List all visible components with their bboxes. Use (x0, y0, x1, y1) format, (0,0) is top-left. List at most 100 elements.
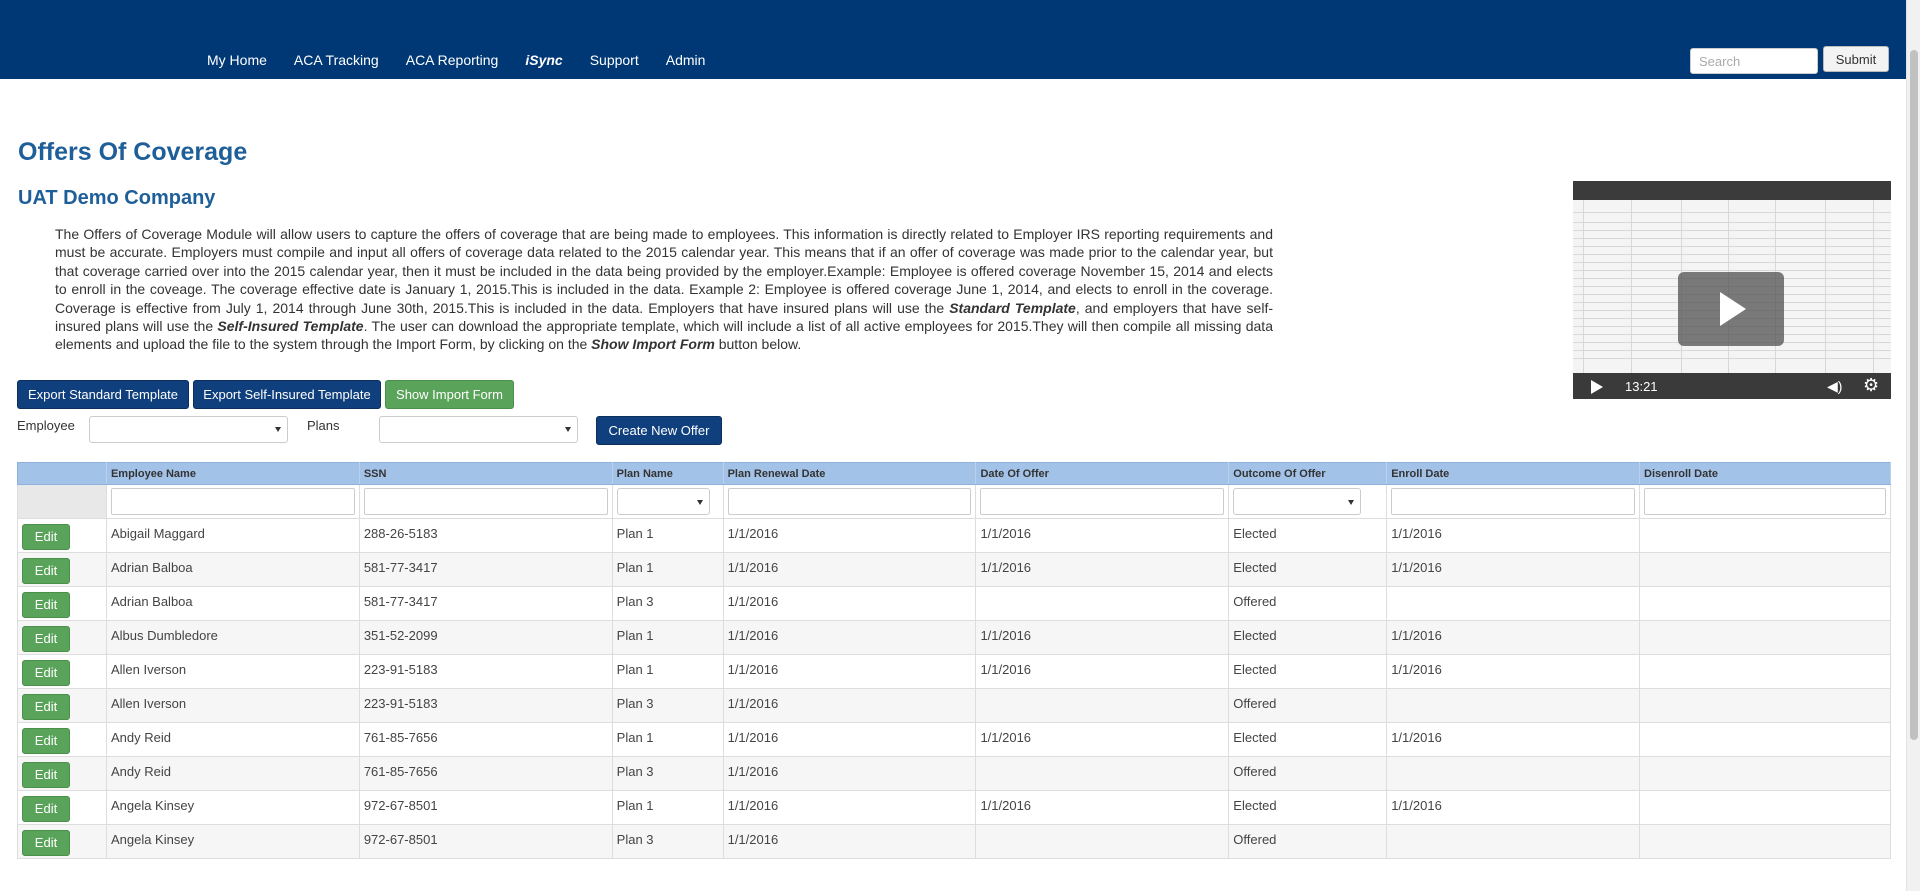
edit-button[interactable]: Edit (22, 830, 70, 856)
ssn-filter-input[interactable] (363, 488, 608, 515)
table-filter-row (17, 484, 1891, 519)
play-icon[interactable] (1591, 380, 1603, 394)
date-of-offer-cell (975, 688, 1230, 723)
enroll-date-cell: 1/1/2016 (1386, 552, 1641, 587)
nav-isync[interactable]: iSync (525, 52, 562, 68)
volume-icon[interactable]: ◀) (1827, 378, 1842, 395)
disenroll-date-cell (1639, 586, 1891, 621)
outcome-of-offer-cell: Elected (1228, 790, 1388, 825)
table-row: Edit Adrian Balboa 581-77-3417 Plan 1 1/1/20… (17, 552, 1891, 587)
plan-name-cell: Plan 1 (611, 654, 724, 689)
employee-filter-label: Employee (17, 418, 75, 433)
settings-gear-icon[interactable]: ⚙ (1863, 375, 1879, 396)
nav-aca-reporting[interactable]: ACA Reporting (406, 52, 499, 68)
table-row: Edit Adrian Balboa 581-77-3417 Plan 3 1/1/20… (17, 586, 1891, 621)
chevron-down-icon (565, 427, 571, 432)
outcome-of-offer-cell: Offered (1228, 586, 1388, 621)
enroll-date-filter-input[interactable] (1391, 488, 1636, 515)
date-of-offer-cell: 1/1/2016 (975, 722, 1230, 757)
ssn-cell: 223-91-5183 (358, 654, 613, 689)
ssn-cell: 972-67-8501 (358, 790, 613, 825)
outcome-of-offer-filter-select[interactable] (1233, 488, 1362, 515)
enroll-date-cell: 1/1/2016 (1386, 620, 1641, 655)
nav-support[interactable]: Support (590, 52, 639, 68)
search-input[interactable] (1690, 48, 1818, 74)
enroll-date-cell: 1/1/2016 (1386, 722, 1641, 757)
scrollbar-thumb[interactable] (1910, 50, 1918, 740)
column-header-outcome-of-offer[interactable]: Outcome Of Offer (1228, 462, 1388, 485)
edit-button[interactable]: Edit (22, 796, 70, 822)
date-of-offer-cell (975, 756, 1230, 791)
offers-table: Employee Name SSN Plan Name Plan Renewal… (17, 462, 1891, 859)
self-insured-template-emphasis: Self-Insured Template (217, 318, 364, 335)
table-row: Edit Albus Dumbledore 351-52-2099 Plan 1 1/1… (17, 620, 1891, 655)
edit-button[interactable]: Edit (22, 762, 70, 788)
filter-cell (358, 484, 613, 519)
tutorial-video[interactable]: 13:21 ◀) ⚙ (1573, 181, 1891, 399)
column-header-plan-name[interactable]: Plan Name (611, 462, 724, 485)
big-play-icon (1720, 292, 1746, 326)
filter-cell (1228, 484, 1388, 519)
table-row: Edit Allen Iverson 223-91-5183 Plan 1 1/1/20… (17, 654, 1891, 689)
plan-renewal-date-cell: 1/1/2016 (722, 518, 977, 553)
disenroll-date-cell (1639, 824, 1891, 859)
disenroll-date-cell (1639, 722, 1891, 757)
date-of-offer-cell: 1/1/2016 (975, 654, 1230, 689)
video-play-overlay[interactable] (1678, 272, 1784, 346)
video-duration: 13:21 (1625, 379, 1658, 394)
disenroll-date-cell (1639, 552, 1891, 587)
plan-name-cell: Plan 3 (611, 688, 724, 723)
employee-name-filter-input[interactable] (110, 488, 355, 515)
ssn-cell: 223-91-5183 (358, 688, 613, 723)
plan-name-filter-select[interactable] (616, 488, 711, 515)
table-row: Edit Abigail Maggard 288-26-5183 Plan 1 1/1/… (17, 518, 1891, 553)
table-row: Edit Allen Iverson 223-91-5183 Plan 3 1/1/20… (17, 688, 1891, 723)
plans-filter-label: Plans (307, 418, 340, 433)
plans-select[interactable] (379, 416, 578, 443)
date-of-offer-filter-input[interactable] (980, 488, 1225, 515)
edit-button[interactable]: Edit (22, 728, 70, 754)
table-header-row: Employee Name SSN Plan Name Plan Renewal… (17, 462, 1891, 485)
nav-my-home[interactable]: My Home (207, 52, 267, 68)
plan-name-cell: Plan 1 (611, 722, 724, 757)
date-of-offer-cell (975, 586, 1230, 621)
plan-renewal-date-filter-input[interactable] (727, 488, 972, 515)
search-submit-button[interactable]: Submit (1823, 46, 1889, 72)
ssn-cell: 761-85-7656 (358, 722, 613, 757)
plan-name-cell: Plan 3 (611, 756, 724, 791)
nav-aca-tracking[interactable]: ACA Tracking (294, 52, 379, 68)
export-self-insured-template-button[interactable]: Export Self-Insured Template (193, 380, 381, 409)
column-header-ssn[interactable]: SSN (358, 462, 613, 485)
edit-button[interactable]: Edit (22, 660, 70, 686)
column-header-date-of-offer[interactable]: Date Of Offer (975, 462, 1230, 485)
enroll-date-cell: 1/1/2016 (1386, 518, 1641, 553)
employee-name-cell: Angela Kinsey (105, 790, 360, 825)
nav-admin[interactable]: Admin (666, 52, 706, 68)
edit-button[interactable]: Edit (22, 524, 70, 550)
page-scrollbar[interactable] (1906, 0, 1920, 891)
column-header-disenroll-date[interactable]: Disenroll Date (1639, 462, 1891, 485)
edit-button[interactable]: Edit (22, 694, 70, 720)
disenroll-date-filter-input[interactable] (1644, 488, 1886, 515)
column-header-employee-name[interactable]: Employee Name (105, 462, 360, 485)
edit-button[interactable]: Edit (22, 626, 70, 652)
employee-name-cell: Allen Iverson (105, 654, 360, 689)
disenroll-date-cell (1639, 620, 1891, 655)
create-new-offer-button[interactable]: Create New Offer (596, 416, 722, 445)
filter-cell (611, 484, 724, 519)
column-header-plan-renewal-date[interactable]: Plan Renewal Date (722, 462, 977, 485)
employee-name-cell: Andy Reid (105, 722, 360, 757)
date-of-offer-cell: 1/1/2016 (975, 518, 1230, 553)
plan-name-cell: Plan 3 (611, 586, 724, 621)
export-standard-template-button[interactable]: Export Standard Template (17, 380, 189, 409)
plan-renewal-date-cell: 1/1/2016 (722, 552, 977, 587)
edit-button[interactable]: Edit (22, 558, 70, 584)
show-import-form-button[interactable]: Show Import Form (385, 380, 514, 409)
edit-button[interactable]: Edit (22, 592, 70, 618)
employee-select[interactable] (89, 416, 288, 443)
table-row: Edit Andy Reid 761-85-7656 Plan 3 1/1/2016 Of… (17, 756, 1891, 791)
filter-cell (1386, 484, 1641, 519)
plan-renewal-date-cell: 1/1/2016 (722, 790, 977, 825)
disenroll-date-cell (1639, 654, 1891, 689)
column-header-enroll-date[interactable]: Enroll Date (1386, 462, 1641, 485)
